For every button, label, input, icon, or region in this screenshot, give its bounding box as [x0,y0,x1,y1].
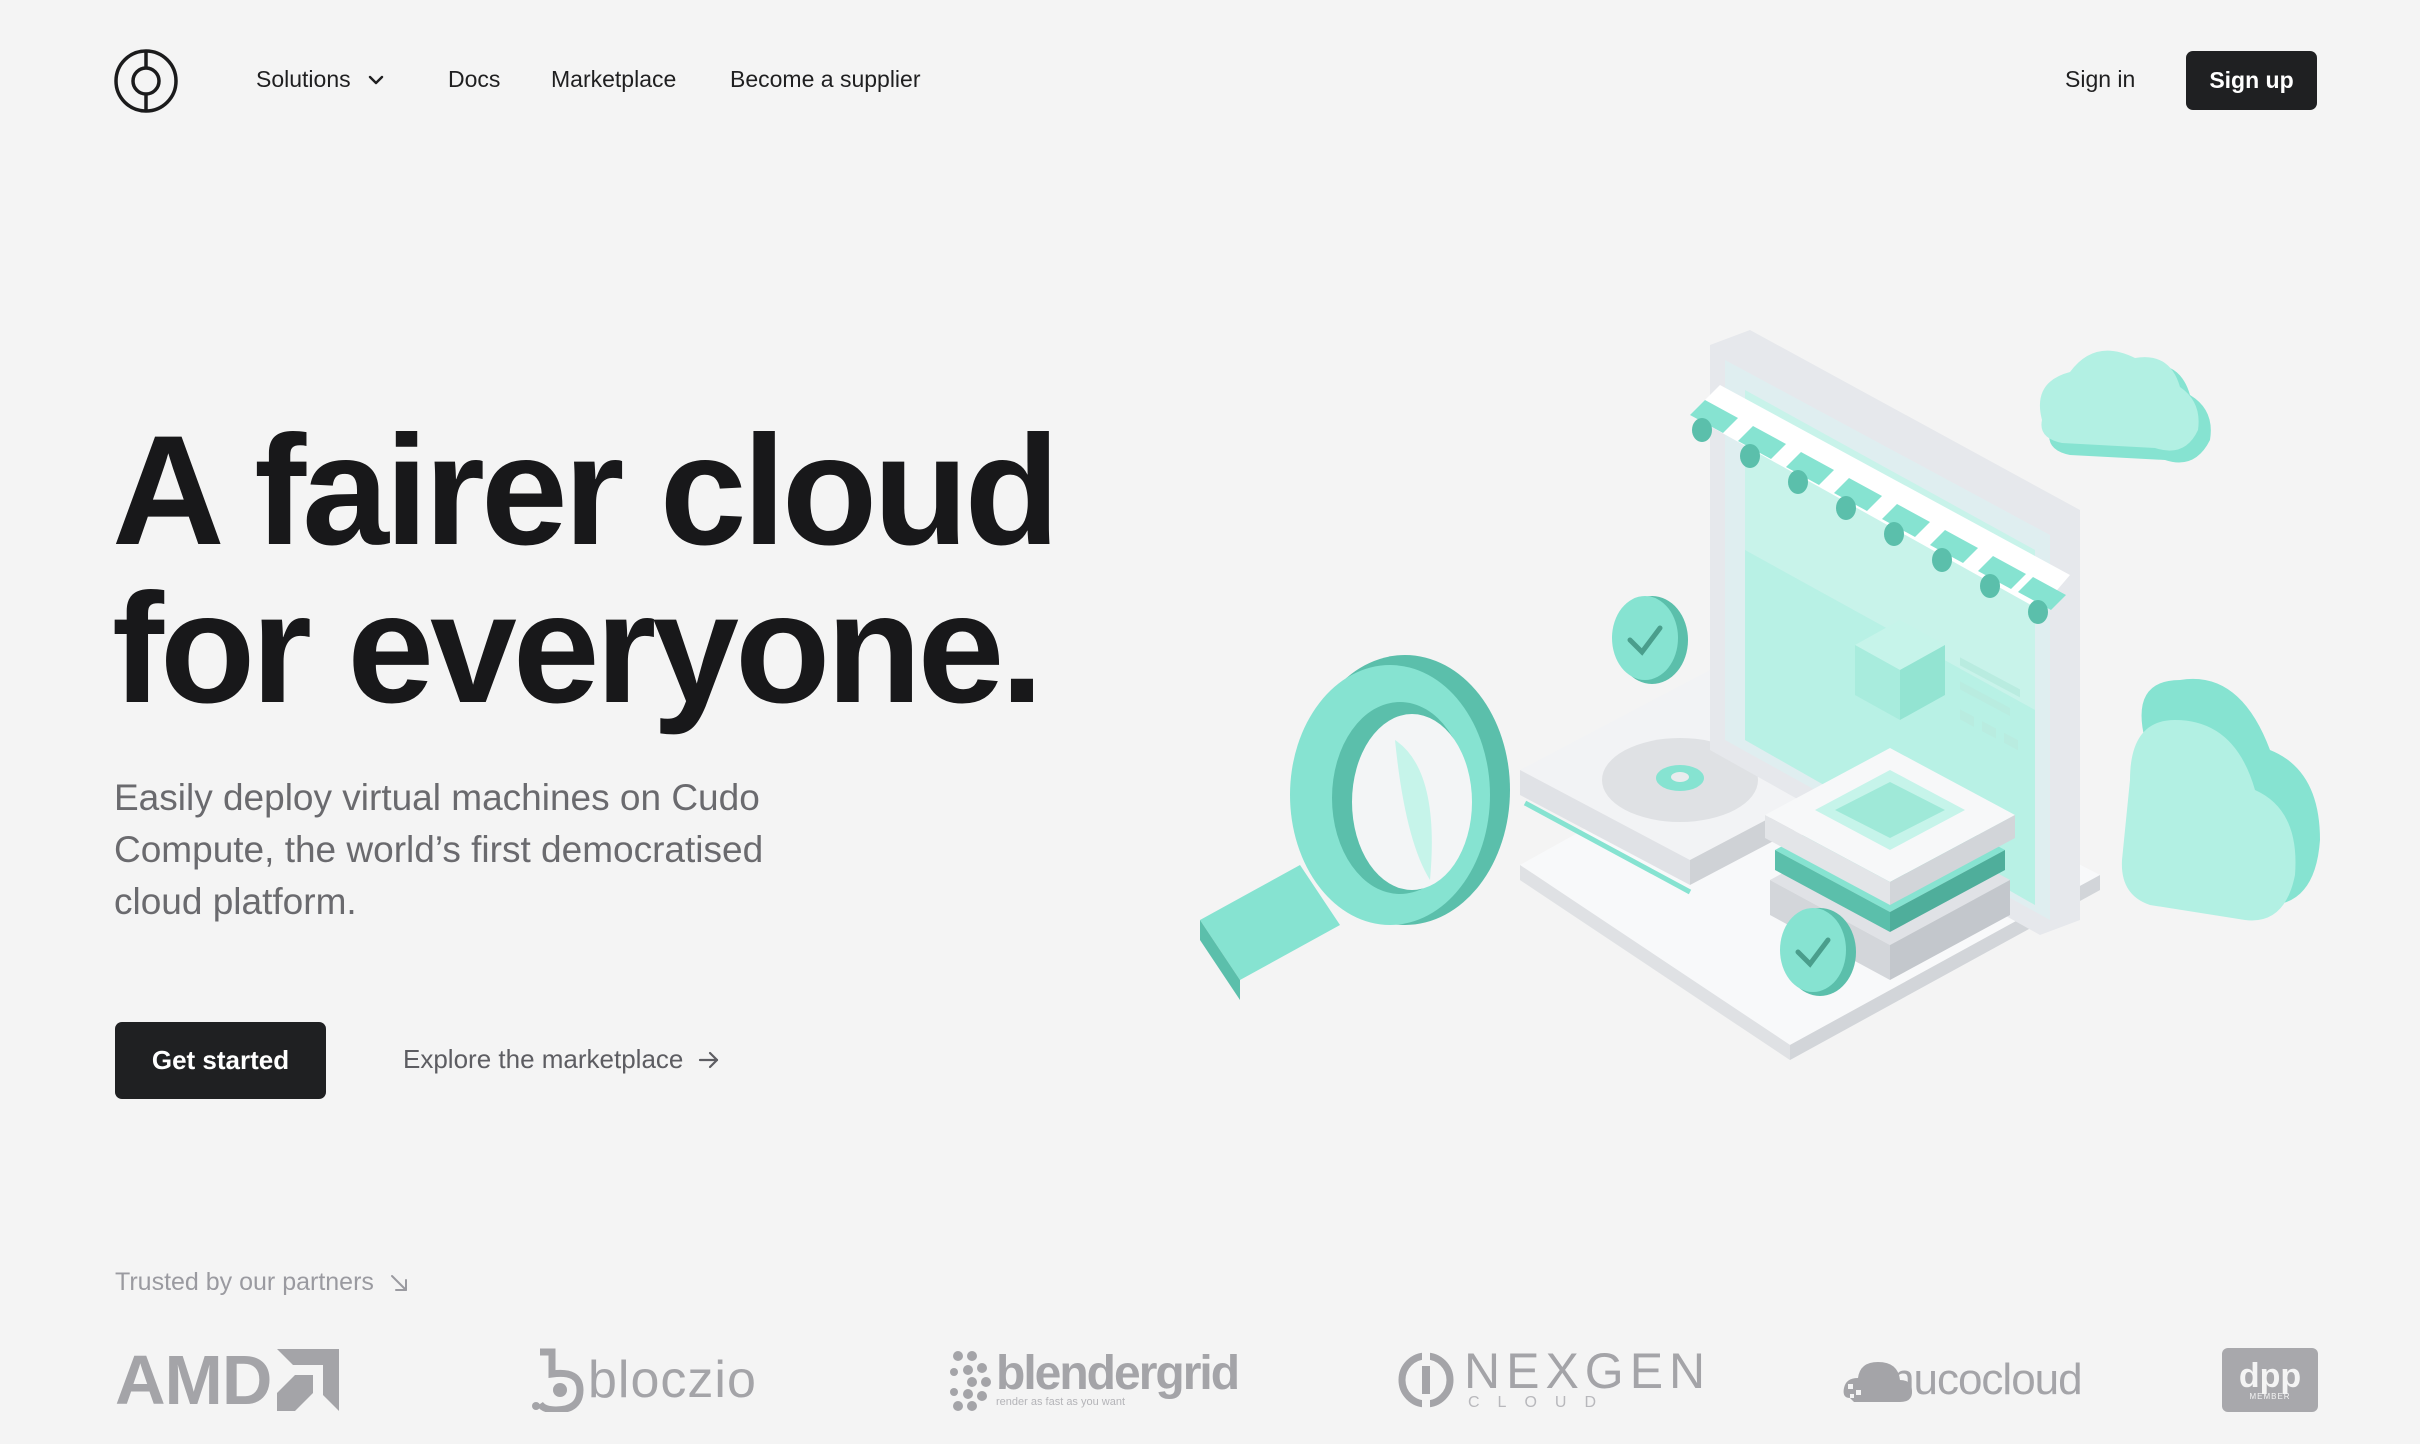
marketplace-illustration [1200,330,2320,1060]
get-started-button[interactable]: Get started [115,1022,326,1099]
nexgen-wordmark-group: NEXGEN CLOUD [1464,1346,1711,1412]
partner-logo-blendergrid: blendergrid render as fast as you want [948,1340,1240,1420]
chevron-down-icon [368,75,383,84]
blendergrid-wordmark: blendergrid [996,1347,1240,1400]
cloud-large [2121,678,2320,921]
nav-solutions[interactable]: Solutions [256,66,387,93]
partners-label-text: Trusted by our partners [115,1268,374,1296]
blendergrid-icon [950,1351,991,1411]
cudo-logo-icon[interactable] [113,48,179,114]
nav-marketplace[interactable]: Marketplace [551,66,676,93]
nav-become-supplier[interactable]: Become a supplier [730,66,921,93]
nexgen-icon [1398,1352,1454,1408]
partner-logo-amd: AMD [115,1340,340,1420]
site-header: Solutions Docs Marketplace Become a supp… [0,0,2420,165]
partner-logo-blocz: bloczio [530,1340,757,1420]
dpp-badge: dpp MEMBER [2222,1348,2318,1412]
hero-subtitle: Easily deploy virtual machines on Cudo C… [114,777,764,922]
partner-logo-dpp: dpp MEMBER [2222,1340,2318,1420]
partners-label: Trusted by our partners [115,1268,410,1297]
explore-marketplace-label: Explore the marketplace [403,1044,684,1074]
blocz-icon [532,1348,584,1412]
arrow-right-icon [699,1051,719,1068]
nucocloud-wordmark: nucocloud [1890,1355,2083,1404]
sign-in-link[interactable]: Sign in [2065,66,2135,93]
blendergrid-wordmark-group: blendergrid render as fast as you want [996,1350,1240,1409]
blocz-wordmark: bloczio [588,1351,757,1409]
landing-page: Solutions Docs Marketplace Become a supp… [0,0,2420,1444]
nav-docs[interactable]: Docs [448,66,500,93]
dpp-wordmark: dpp [2238,1356,2302,1395]
amd-wordmark: AMD [115,1341,272,1419]
nexgen-wordmark: NEXGEN [1464,1343,1712,1399]
sign-up-button[interactable]: Sign up [2186,51,2317,110]
explore-marketplace-link[interactable]: Explore the marketplace [403,1044,721,1075]
partner-logo-nexgen: NEXGEN CLOUD [1398,1340,1711,1420]
nav-solutions-label: Solutions [256,66,351,92]
cloud-small [2039,350,2211,463]
arrow-down-right-icon [390,1274,407,1291]
hero-title: A fairer cloud for everyone. [112,412,1112,728]
check-badge-top [1612,596,1688,684]
amd-arrow-icon [277,1349,340,1411]
dpp-member: MEMBER [2249,1391,2291,1401]
partner-logo-nucocloud: nucocloud [1842,1340,2083,1420]
hero-title-line-2: for everyone. [112,562,1044,736]
hero-title-line-1: A fairer cloud [112,404,1060,578]
